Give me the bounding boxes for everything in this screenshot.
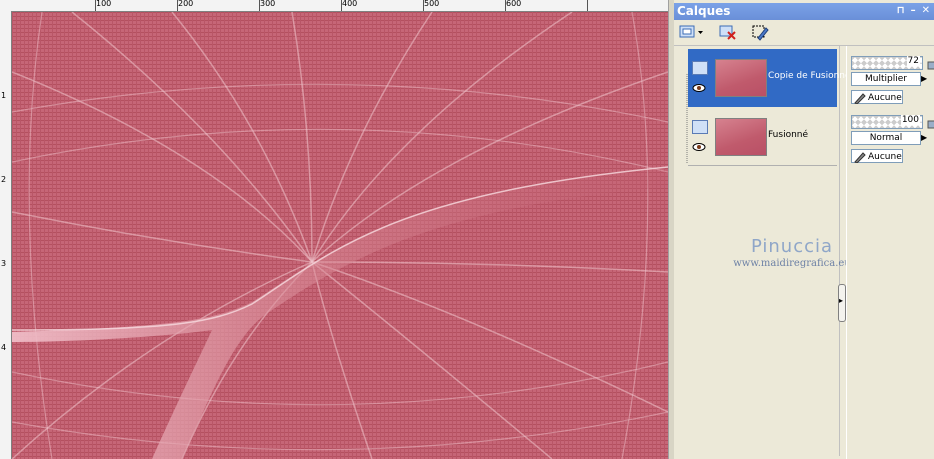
layer-name: Fusionné xyxy=(768,130,809,140)
horizontal-ruler: 100 200 300 400 500 600 xyxy=(0,0,670,12)
brush-icon xyxy=(854,93,866,104)
brush-icon xyxy=(854,152,866,163)
dropdown-arrow-icon[interactable]: ▶ xyxy=(921,72,929,86)
ruler-label: 100 xyxy=(96,0,112,8)
raster-layer-icon xyxy=(692,120,708,134)
layer-row-fusionne[interactable]: Fusionné xyxy=(688,108,837,166)
eye-visibility-icon[interactable] xyxy=(692,142,706,152)
layer-thumbnail xyxy=(715,59,767,97)
close-icon[interactable]: ✕ xyxy=(922,5,930,16)
layer-name: Copie de Fusionné xyxy=(768,71,851,81)
lock-transparency-field[interactable]: Aucune xyxy=(851,149,903,163)
ruler-label: 500 xyxy=(424,0,440,8)
layer-row-copie-de-fusionne[interactable]: Copie de Fusionné xyxy=(688,49,851,107)
link-icon[interactable] xyxy=(927,117,934,129)
layers-toolbar xyxy=(674,20,934,46)
ruler-label: 2 xyxy=(1,175,7,184)
ruler-label: 600 xyxy=(506,0,522,8)
layer-properties: 72 Multiplier ▶ Aucune 100 Normal ▶ Aucu… xyxy=(846,46,934,459)
blend-mode-dropdown[interactable]: Multiplier xyxy=(851,72,921,86)
pin-icon[interactable]: ⊓ xyxy=(897,5,905,16)
new-raster-layer-icon xyxy=(679,25,703,38)
layer-properties-row: 72 Multiplier ▶ Aucune xyxy=(849,50,934,108)
delete-layer-icon xyxy=(719,25,736,40)
opacity-value: 72 xyxy=(906,56,920,66)
layers-panel: Calques ⊓ – ✕ Copie de Fusionné Fusionné… xyxy=(674,0,934,459)
opacity-value: 100 xyxy=(900,115,920,125)
new-raster-layer-button[interactable] xyxy=(678,23,706,41)
layer-thumbnail xyxy=(715,118,767,156)
panel-splitter[interactable]: ▸ xyxy=(838,284,846,322)
eye-visibility-icon[interactable] xyxy=(692,83,706,93)
edit-selection-icon xyxy=(752,25,769,41)
opacity-slider[interactable]: 72 xyxy=(851,56,923,70)
raster-layer-icon xyxy=(692,61,708,75)
expand-arrow-icon: ▸ xyxy=(839,296,844,305)
link-icon[interactable] xyxy=(927,58,934,70)
layer-properties-row: 100 Normal ▶ Aucune xyxy=(849,109,934,167)
watermark-name: Pinuccia xyxy=(750,236,834,257)
panel-title: Calques xyxy=(677,4,731,18)
opacity-slider[interactable]: 100 xyxy=(851,115,923,129)
image-canvas[interactable] xyxy=(12,12,668,459)
lock-value: Aucune xyxy=(868,93,902,103)
ruler-label: 300 xyxy=(260,0,276,8)
dropdown-arrow-icon[interactable]: ▶ xyxy=(921,131,929,145)
vertical-ruler: 1 2 3 4 xyxy=(0,11,12,459)
minimize-icon[interactable]: – xyxy=(911,5,916,16)
blend-mode-dropdown[interactable]: Normal xyxy=(851,131,921,145)
ruler-label: 200 xyxy=(178,0,194,8)
watermark-url: www.maidiregrafica.eu xyxy=(733,258,851,269)
lock-transparency-field[interactable]: Aucune xyxy=(851,90,903,104)
panel-title-bar[interactable]: Calques ⊓ – ✕ xyxy=(674,3,934,20)
edit-selection-button[interactable] xyxy=(750,23,770,41)
ruler-label: 3 xyxy=(1,259,7,268)
ruler-label: 4 xyxy=(1,343,7,352)
ruler-label: 1 xyxy=(1,91,7,100)
layers-list: Copie de Fusionné Fusionné Pinuccia www.… xyxy=(686,46,851,456)
delete-layer-button[interactable] xyxy=(718,23,738,41)
lock-value: Aucune xyxy=(868,152,902,162)
ruler-label: 400 xyxy=(342,0,358,8)
